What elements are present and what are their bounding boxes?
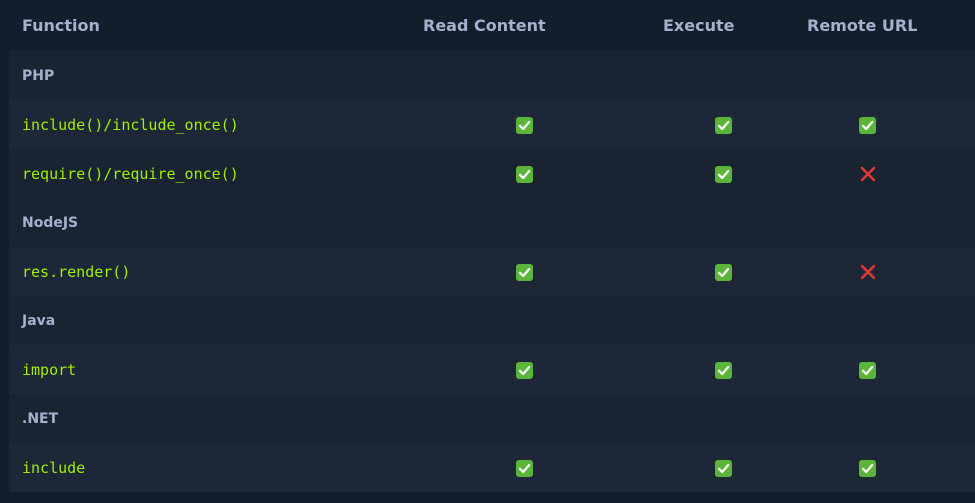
check-icon (859, 361, 876, 379)
check-icon (516, 116, 533, 134)
table-row: import (9, 345, 975, 394)
check-icon (859, 116, 876, 134)
header-execute: Execute (659, 0, 773, 51)
execute-cell (659, 100, 773, 149)
group-row: NodeJS (9, 198, 975, 247)
group-label: PHP (9, 51, 975, 100)
table-body: PHP include()/include_once() require()/req… (9, 51, 975, 492)
remote-url-cell (773, 149, 975, 198)
check-icon (516, 459, 533, 477)
read-content-cell (389, 443, 659, 492)
remote-url-cell (773, 100, 975, 149)
group-row: .NET (9, 394, 975, 443)
execute-cell (659, 247, 773, 296)
group-label: Java (9, 296, 975, 345)
header-read-content: Read Content (389, 0, 659, 51)
lfi-functions-table-panel: Function Read Content Execute Remote URL… (0, 0, 975, 503)
table-row: include (9, 443, 975, 492)
remote-url-cell (773, 247, 975, 296)
group-row: Java (9, 296, 975, 345)
table-row: require()/require_once() (9, 149, 975, 198)
table-row: include()/include_once() (9, 100, 975, 149)
table-header-row: Function Read Content Execute Remote URL (9, 0, 975, 51)
check-icon (516, 165, 533, 183)
group-label: .NET (9, 394, 975, 443)
group-row: PHP (9, 51, 975, 100)
execute-cell (659, 443, 773, 492)
read-content-cell (389, 345, 659, 394)
table-row: res.render() (9, 247, 975, 296)
function-name: include (9, 443, 389, 492)
header-function: Function (9, 0, 389, 51)
check-icon (715, 116, 732, 134)
cross-icon (859, 263, 877, 281)
header-remote-url: Remote URL (773, 0, 975, 51)
read-content-cell (389, 100, 659, 149)
check-icon (715, 263, 732, 281)
read-content-cell (389, 247, 659, 296)
cross-icon (859, 165, 877, 183)
read-content-cell (389, 149, 659, 198)
remote-url-cell (773, 443, 975, 492)
function-name: include()/include_once() (9, 100, 389, 149)
check-icon (516, 263, 533, 281)
function-name: import (9, 345, 389, 394)
check-icon (715, 165, 732, 183)
function-name: res.render() (9, 247, 389, 296)
lfi-functions-table: Function Read Content Execute Remote URL… (9, 0, 975, 492)
check-icon (859, 459, 876, 477)
remote-url-cell (773, 345, 975, 394)
function-name: require()/require_once() (9, 149, 389, 198)
check-icon (516, 361, 533, 379)
group-label: NodeJS (9, 198, 975, 247)
check-icon (715, 361, 732, 379)
execute-cell (659, 149, 773, 198)
execute-cell (659, 345, 773, 394)
check-icon (715, 459, 732, 477)
